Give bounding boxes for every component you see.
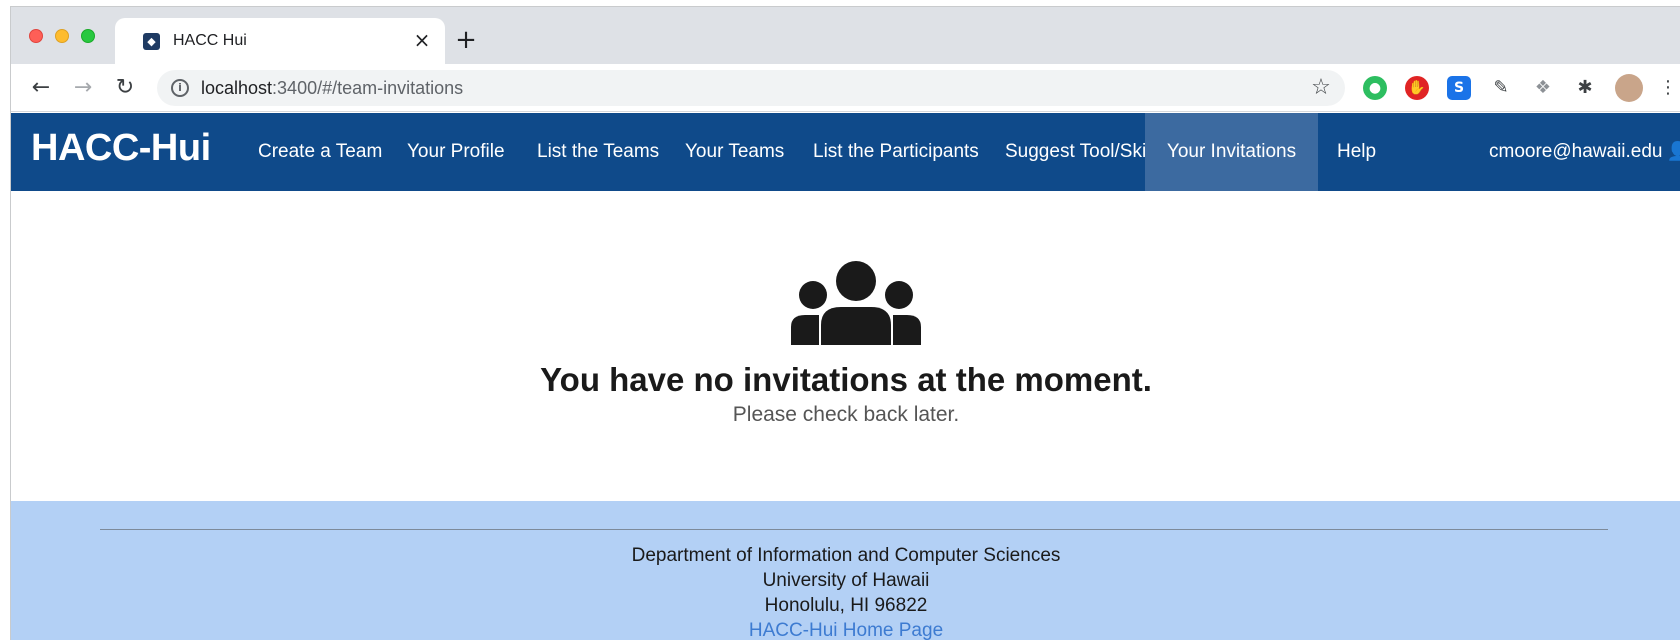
nav-your-teams[interactable]: Your Teams bbox=[665, 113, 804, 191]
nav-create-team[interactable]: Create a Team bbox=[238, 113, 402, 191]
favicon-icon: ◆ bbox=[143, 33, 160, 50]
tab-close-icon[interactable]: × bbox=[411, 29, 433, 51]
extensions-puzzle-icon[interactable]: ✱ bbox=[1573, 76, 1597, 100]
profile-avatar[interactable] bbox=[1615, 74, 1643, 102]
nav-help[interactable]: Help bbox=[1317, 113, 1396, 191]
url-host: localhost bbox=[201, 78, 273, 98]
footer-divider bbox=[100, 529, 1608, 530]
url-path: :3400/#/team-invitations bbox=[272, 78, 464, 98]
browser-menu-icon[interactable]: ⋮ bbox=[1659, 76, 1677, 100]
users-icon bbox=[791, 261, 921, 345]
back-icon[interactable]: ← bbox=[25, 72, 57, 104]
app-navbar: HACC-Hui Create a Team Your Profile List… bbox=[11, 113, 1680, 191]
user-menu[interactable]: cmoore@hawaii.edu👤 bbox=[1489, 113, 1680, 191]
browser-tab[interactable]: ◆ HACC Hui × bbox=[115, 18, 445, 64]
footer-address: Honolulu, HI 96822 bbox=[764, 595, 928, 616]
main-content: You have no invitations at the moment. P… bbox=[11, 191, 1680, 501]
info-icon[interactable]: i bbox=[171, 79, 189, 97]
dropbox-extension-icon[interactable]: ❖ bbox=[1531, 76, 1555, 100]
footer-home-link[interactable]: HACC-Hui Home Page bbox=[749, 620, 943, 640]
footer: Department of Information and Computer S… bbox=[11, 501, 1680, 640]
tab-title: HACC Hui bbox=[173, 32, 247, 49]
bookmark-star-icon[interactable]: ☆ bbox=[1307, 74, 1335, 102]
forward-icon[interactable]: → bbox=[67, 72, 99, 104]
new-tab-button[interactable]: + bbox=[451, 26, 481, 56]
nav-list-teams[interactable]: List the Teams bbox=[517, 113, 679, 191]
empty-state-title: You have no invitations at the moment. bbox=[540, 361, 1152, 398]
window-maximize-button[interactable] bbox=[81, 29, 95, 43]
footer-department: Department of Information and Computer S… bbox=[631, 545, 1061, 566]
brand-logo[interactable]: HACC-Hui bbox=[31, 127, 211, 170]
eyedropper-extension-icon[interactable]: ✎ bbox=[1489, 76, 1513, 100]
user-email: cmoore@hawaii.edu bbox=[1489, 141, 1663, 163]
reload-icon[interactable]: ↻ bbox=[109, 72, 141, 104]
nav-your-profile[interactable]: Your Profile bbox=[387, 113, 525, 191]
empty-state-subtitle: Please check back later. bbox=[732, 403, 960, 426]
evernote-extension-icon[interactable]: ● bbox=[1363, 76, 1387, 100]
footer-university: University of Hawaii bbox=[762, 570, 930, 591]
user-icon: 👤 bbox=[1667, 113, 1680, 191]
tab-strip: ◆ HACC Hui × + bbox=[11, 7, 1680, 64]
nav-list-participants[interactable]: List the Participants bbox=[793, 113, 999, 191]
browser-window: ◆ HACC Hui × + ← → ↻ i localhost:3400/#/… bbox=[10, 6, 1680, 640]
url-text[interactable]: localhost:3400/#/team-invitations bbox=[201, 78, 463, 99]
address-bar[interactable]: i localhost:3400/#/team-invitations ☆ bbox=[157, 70, 1345, 106]
window-minimize-button[interactable] bbox=[55, 29, 69, 43]
footer-home-link-row: HACC-Hui Home Page bbox=[11, 620, 1680, 640]
window-close-button[interactable] bbox=[29, 29, 43, 43]
s-extension-icon[interactable]: S bbox=[1447, 76, 1471, 100]
browser-toolbar: ← → ↻ i localhost:3400/#/team-invitation… bbox=[11, 64, 1680, 112]
nav-your-invitations[interactable]: Your Invitations bbox=[1145, 113, 1318, 191]
adblock-extension-icon[interactable]: ✋ bbox=[1405, 76, 1429, 100]
